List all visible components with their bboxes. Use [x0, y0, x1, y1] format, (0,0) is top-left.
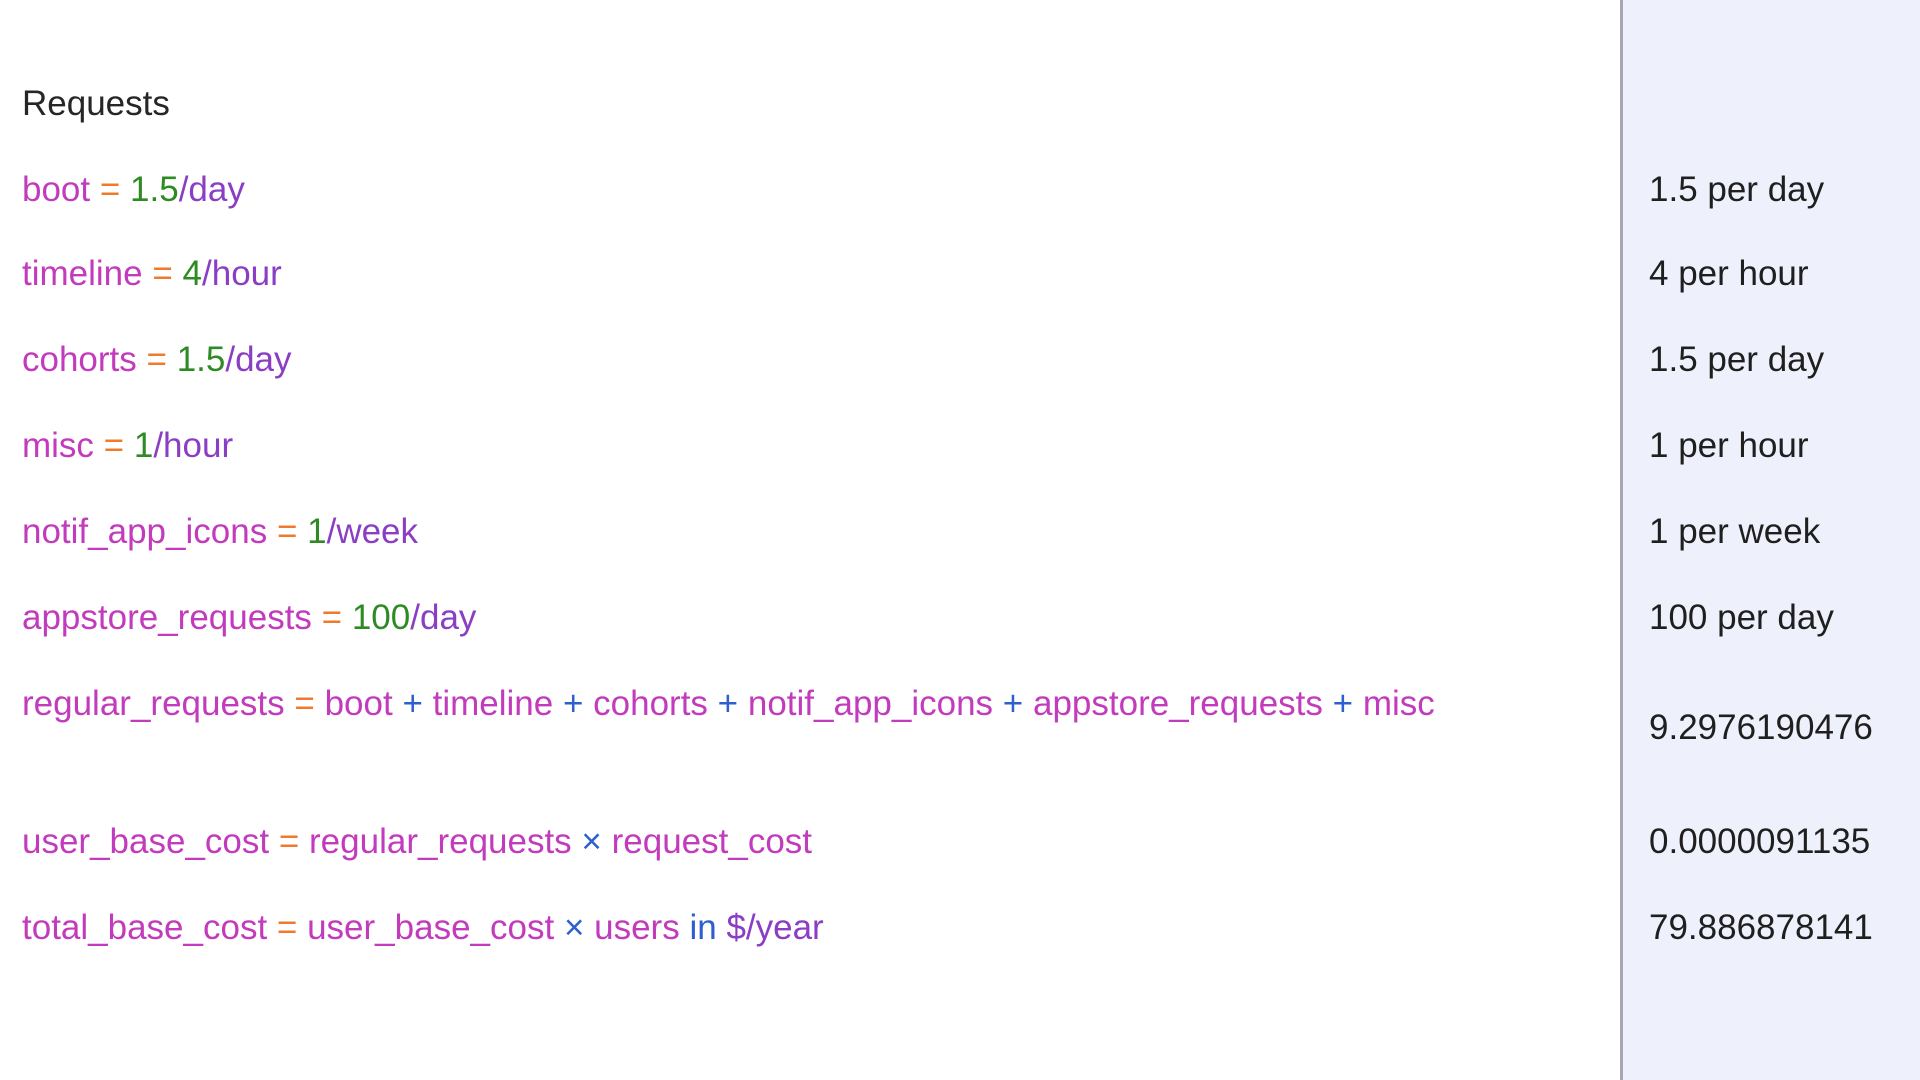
- timeline-line[interactable]: timeline = 4/hour: [22, 250, 1542, 298]
- number-value: 1: [307, 512, 327, 551]
- result-appstore-requests: 100 per day: [1649, 598, 1834, 637]
- variable-name: regular_requests: [22, 684, 285, 723]
- term-cohorts: cohorts: [593, 684, 708, 723]
- lhs-operand: regular_requests: [309, 822, 572, 861]
- rhs-operand: users: [594, 908, 680, 947]
- result-timeline: 4 per hour: [1649, 254, 1809, 293]
- number-value: 1.5: [176, 340, 226, 379]
- calculator-notebook-window: Requests boot = 1.5/day timeline = 4/hou…: [0, 0, 1920, 1080]
- unit-value: /week: [326, 512, 419, 551]
- appstore-requests-line[interactable]: appstore_requests = 100/day: [22, 594, 1542, 642]
- term-appstore-requests: appstore_requests: [1032, 684, 1323, 723]
- total-base-cost-line[interactable]: total_base_cost = user_base_cost × users…: [22, 904, 1542, 952]
- result-total-base-cost: 79.886878141: [1649, 908, 1873, 947]
- equals-operator: =: [103, 426, 125, 465]
- variable-name: cohorts: [22, 340, 137, 379]
- rhs-operand: request_cost: [611, 822, 813, 861]
- unit-value: /hour: [153, 426, 234, 465]
- notif-app-icons-line[interactable]: notif_app_icons = 1/week: [22, 508, 1542, 556]
- user-base-cost-line[interactable]: user_base_cost = regular_requests × requ…: [22, 818, 1542, 866]
- term-notif-app-icons: notif_app_icons: [747, 684, 994, 723]
- number-value: 4: [182, 254, 202, 293]
- variable-name: boot: [22, 170, 91, 209]
- section-heading[interactable]: Requests: [22, 80, 1542, 128]
- result-misc: 1 per hour: [1649, 426, 1809, 465]
- unit-value: /hour: [202, 254, 282, 293]
- regular-requests-line[interactable]: regular_requests = boot + timeline + coh…: [22, 680, 1542, 728]
- variable-name: total_base_cost: [22, 908, 268, 947]
- result-cohorts: 1.5 per day: [1649, 340, 1825, 379]
- term-timeline: timeline: [432, 684, 554, 723]
- lhs-operand: user_base_cost: [307, 908, 555, 947]
- unit-value: /day: [410, 598, 477, 637]
- equals-operator: =: [276, 512, 298, 551]
- equals-operator: =: [146, 340, 167, 379]
- result-user-base-cost: 0.0000091135: [1649, 822, 1871, 861]
- equals-operator: =: [99, 170, 121, 209]
- variable-name: notif_app_icons: [22, 512, 268, 551]
- result-notif-app-icons: 1 per week: [1649, 512, 1821, 551]
- boot-line[interactable]: boot = 1.5/day: [22, 166, 1542, 214]
- equals-operator: =: [294, 684, 315, 723]
- plus-operator: +: [562, 684, 584, 723]
- unit-value: /day: [178, 170, 245, 209]
- times-operator: ×: [581, 822, 602, 861]
- term-boot: boot: [324, 684, 393, 723]
- equals-operator: =: [278, 822, 300, 861]
- plus-operator: +: [402, 684, 423, 723]
- number-value: 1.5: [130, 170, 179, 209]
- in-keyword: in: [689, 908, 717, 947]
- equals-operator: =: [152, 254, 173, 293]
- term-misc: misc: [1362, 684, 1435, 723]
- result-regular-requests: 9.2976190476: [1649, 708, 1873, 747]
- unit-value: $/year: [726, 908, 824, 947]
- variable-name: user_base_cost: [22, 822, 270, 861]
- number-value: 100: [351, 598, 411, 637]
- result-boot: 1.5 per day: [1649, 170, 1825, 209]
- cohorts-line[interactable]: cohorts = 1.5/day: [22, 336, 1542, 384]
- equals-operator: =: [321, 598, 343, 637]
- times-operator: ×: [563, 908, 585, 947]
- misc-line[interactable]: misc = 1/hour: [22, 422, 1542, 470]
- plus-operator: +: [717, 684, 739, 723]
- unit-value: /day: [225, 340, 292, 379]
- plus-operator: +: [1332, 684, 1354, 723]
- variable-name: timeline: [22, 254, 143, 293]
- plus-operator: +: [1002, 684, 1024, 723]
- editor-pane[interactable]: Requests boot = 1.5/day timeline = 4/hou…: [0, 0, 1620, 1080]
- variable-name: appstore_requests: [22, 598, 312, 637]
- variable-name: misc: [22, 426, 94, 465]
- results-pane: 1.5 per day 4 per hour 1.5 per day 1 per…: [1620, 0, 1920, 1080]
- equals-operator: =: [276, 908, 298, 947]
- number-value: 1: [133, 426, 154, 465]
